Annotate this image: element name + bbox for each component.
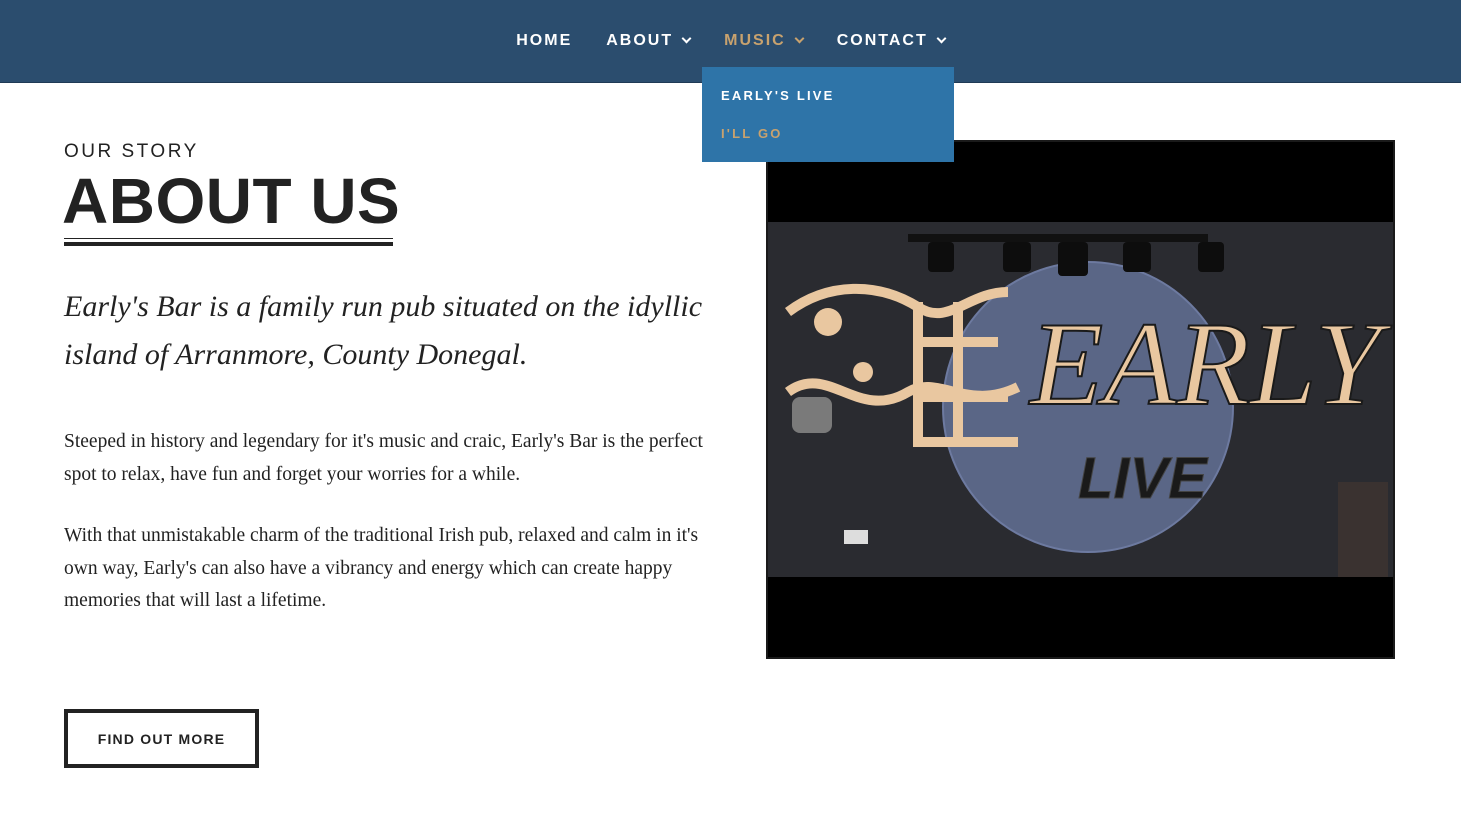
music-dropdown-menu: EARLY'S LIVE I'LL GO xyxy=(702,67,954,162)
page-title: ABOUT US xyxy=(62,165,401,237)
nav-home-label: HOME xyxy=(516,32,573,49)
lead-paragraph: Early's Bar is a family run pub situated… xyxy=(64,290,703,371)
nav-music[interactable]: MUSIC xyxy=(724,32,805,50)
title-underline-thin xyxy=(64,238,393,239)
dropdown-item-ill-go[interactable]: I'LL GO xyxy=(721,126,954,164)
find-out-more-label: FIND OUT MORE xyxy=(97,730,226,747)
sign-earlys-text: EARLY'S xyxy=(1028,297,1393,430)
nav-music-label: MUSIC xyxy=(724,32,786,49)
find-out-more-button[interactable]: FIND OUT MORE xyxy=(64,709,259,768)
sign-live-text: LIVE xyxy=(1078,446,1209,511)
dropdown-item-earlys-live[interactable]: EARLY'S LIVE xyxy=(721,88,954,126)
nav-contact[interactable]: CONTACT xyxy=(836,32,947,50)
nav-about-label: ABOUT xyxy=(606,32,674,49)
section-kicker: OUR STORY xyxy=(64,141,199,162)
chevron-down-icon xyxy=(936,33,947,44)
nav-home[interactable]: HOME xyxy=(516,32,572,50)
chevron-down-icon xyxy=(681,33,692,44)
body-paragraph-1: Steeped in history and legendary for it'… xyxy=(64,431,703,485)
title-underline-thick xyxy=(64,242,393,246)
earlys-live-photo: EARLY'S LIVE xyxy=(766,140,1395,659)
nav-about[interactable]: ABOUT xyxy=(606,32,692,50)
stage-mural-image: EARLY'S LIVE xyxy=(768,142,1393,657)
body-paragraph-2: With that unmistakable charm of the trad… xyxy=(64,525,699,611)
chevron-down-icon xyxy=(794,33,805,44)
nav-contact-label: CONTACT xyxy=(836,32,928,49)
